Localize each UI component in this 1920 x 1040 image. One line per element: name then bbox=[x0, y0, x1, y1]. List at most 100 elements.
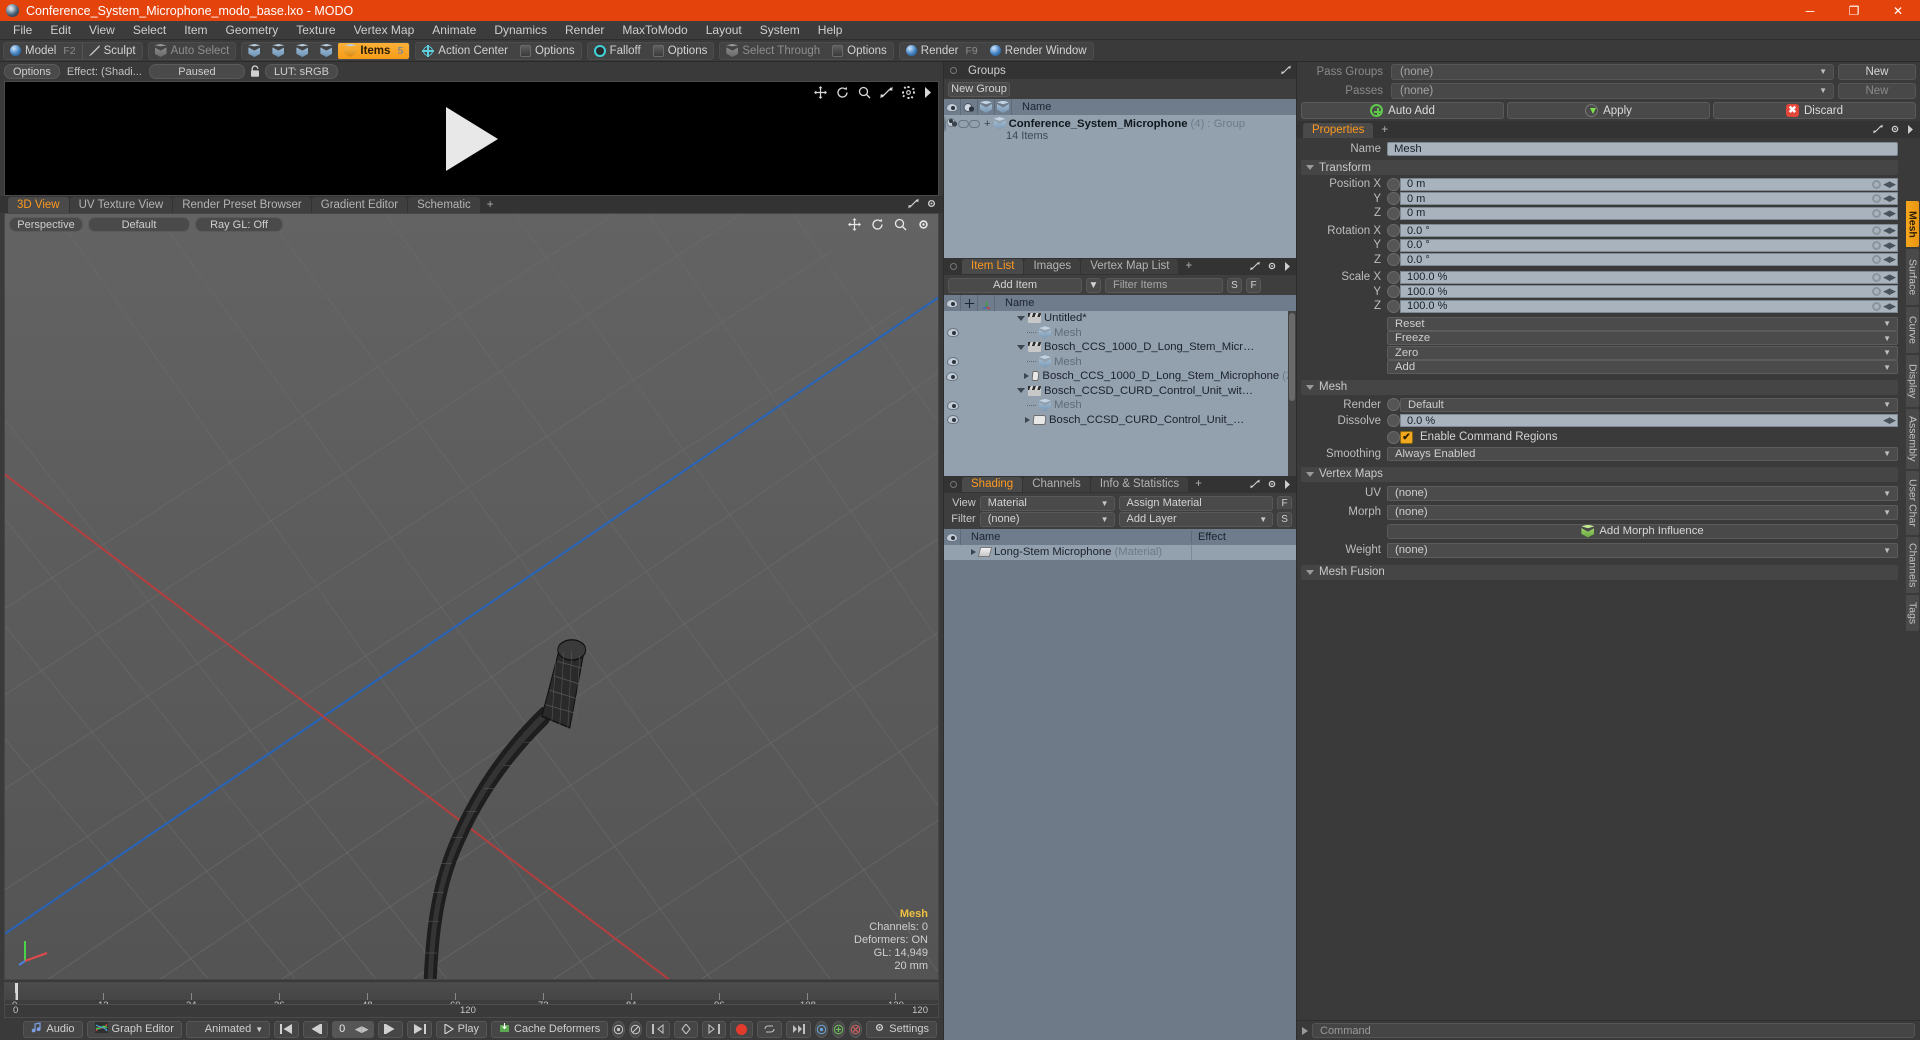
tab-images[interactable]: Images bbox=[1024, 259, 1081, 274]
tab-3d-view[interactable]: 3D View bbox=[8, 197, 69, 213]
filter-s-button[interactable]: S bbox=[1227, 277, 1242, 293]
add-item-button[interactable]: Add Item bbox=[948, 277, 1082, 293]
filter-dropdown[interactable]: (none) ▼ bbox=[979, 511, 1115, 527]
row-eye-toggle[interactable] bbox=[944, 328, 961, 338]
menu-item[interactable]: Item bbox=[175, 21, 216, 40]
command-regions-knob[interactable] bbox=[1387, 430, 1400, 444]
rotation-x-input[interactable]: 0.0 ° ◀▶ bbox=[1400, 224, 1898, 238]
3d-viewport[interactable]: Perspective Default Ray GL: Off Mesh Cha… bbox=[4, 213, 939, 980]
column-cube-b-icon[interactable] bbox=[995, 99, 1012, 115]
animation-mode-dropdown[interactable]: Animated ▼ bbox=[185, 1020, 271, 1038]
row-expander[interactable]: + bbox=[984, 118, 991, 130]
first-frame-button[interactable] bbox=[274, 1020, 300, 1038]
transform-section-header[interactable]: Transform bbox=[1301, 160, 1898, 175]
add-item-dropdown[interactable]: ▼ bbox=[1086, 277, 1101, 293]
lut-button[interactable]: LUT: sRGB bbox=[264, 64, 338, 79]
menu-system[interactable]: System bbox=[751, 21, 809, 40]
row-eye-toggle[interactable] bbox=[944, 415, 961, 425]
zero-dropdown[interactable]: Zero ▼ bbox=[1387, 345, 1898, 360]
scale-z-input[interactable]: 100.0 % ◀▶ bbox=[1400, 299, 1898, 313]
settings-button[interactable]: Settings bbox=[866, 1020, 937, 1038]
row-eye-toggle[interactable] bbox=[944, 371, 961, 381]
edge-mode-button[interactable] bbox=[266, 43, 290, 59]
falloff-button[interactable]: Falloff bbox=[588, 43, 647, 59]
action-center-options-button[interactable]: Options bbox=[514, 43, 581, 59]
mesh-section-header[interactable]: Mesh bbox=[1301, 379, 1898, 395]
audio-button[interactable]: Audio bbox=[23, 1020, 83, 1038]
key-next-button[interactable] bbox=[702, 1020, 727, 1038]
reset-dropdown[interactable]: Reset ▼ bbox=[1387, 316, 1898, 331]
tab-info-statistics[interactable]: Info & Statistics bbox=[1090, 477, 1189, 492]
rotation-y-input[interactable]: 0.0 ° ◀▶ bbox=[1400, 238, 1898, 252]
menu-view[interactable]: View bbox=[80, 21, 124, 40]
column-eye-icon[interactable] bbox=[944, 99, 961, 115]
row-eye-toggle[interactable] bbox=[944, 400, 961, 410]
zoom-icon[interactable] bbox=[858, 86, 871, 102]
tab-schematic[interactable]: Schematic bbox=[408, 197, 480, 213]
tab-render-preset-browser[interactable]: Render Preset Browser bbox=[173, 197, 311, 213]
menu-file[interactable]: File bbox=[4, 21, 41, 40]
record-button[interactable] bbox=[730, 1020, 754, 1038]
uv-dropdown[interactable]: (none) ▼ bbox=[1387, 485, 1898, 501]
list-item[interactable]: Bosch_CCSD_CURD_Control_Unit_with_Record… bbox=[944, 413, 1296, 428]
key-set-button[interactable] bbox=[674, 1020, 699, 1038]
vtab-display[interactable]: Display bbox=[1905, 354, 1920, 408]
prev-frame-button[interactable] bbox=[303, 1020, 329, 1038]
apply-button[interactable]: Apply bbox=[1507, 102, 1710, 119]
vtab-curve[interactable]: Curve bbox=[1905, 306, 1920, 354]
select-through-options-button[interactable]: Options bbox=[826, 43, 893, 59]
menu-texture[interactable]: Texture bbox=[287, 21, 344, 40]
tab-add-properties[interactable]: + bbox=[1375, 123, 1394, 138]
expander-icon[interactable] bbox=[1017, 315, 1025, 321]
tab-properties[interactable]: Properties bbox=[1303, 123, 1374, 138]
render-options-button[interactable]: Options bbox=[4, 64, 60, 79]
menu-dynamics[interactable]: Dynamics bbox=[485, 21, 556, 40]
render-effect-label[interactable]: Effect: (Shadi... bbox=[64, 66, 145, 78]
key-none-button[interactable] bbox=[629, 1020, 643, 1038]
freeze-dropdown[interactable]: Freeze ▼ bbox=[1387, 331, 1898, 346]
loop-button[interactable] bbox=[757, 1020, 783, 1038]
smoothing-dropdown[interactable]: Always Enabled ▼ bbox=[1387, 446, 1898, 461]
arrow-right-icon[interactable] bbox=[1302, 1026, 1308, 1035]
action-center-button[interactable]: Action Center bbox=[416, 43, 514, 59]
menu-select[interactable]: Select bbox=[124, 21, 175, 40]
tab-add-panel[interactable]: + bbox=[1189, 477, 1208, 492]
zoom-icon[interactable] bbox=[894, 218, 907, 234]
items-mode-button[interactable]: Items 5 bbox=[338, 42, 410, 59]
menu-layout[interactable]: Layout bbox=[697, 21, 751, 40]
scale-y-knob[interactable] bbox=[1387, 285, 1400, 299]
panel-menu-icon[interactable] bbox=[950, 481, 957, 488]
list-item[interactable]: Bosch_CCS_1000_D_Long_Stem_Microphone_mo… bbox=[944, 340, 1296, 355]
graph-editor-button[interactable]: Graph Editor bbox=[86, 1020, 182, 1038]
arrow-right-icon[interactable] bbox=[1284, 260, 1291, 274]
render-preview-viewport[interactable] bbox=[4, 81, 939, 196]
item-list-scrollbar[interactable] bbox=[1288, 311, 1296, 476]
add-dropdown[interactable]: Add ▼ bbox=[1387, 360, 1898, 375]
menu-render[interactable]: Render bbox=[556, 21, 613, 40]
minimize-button[interactable]: ─ bbox=[1788, 0, 1832, 21]
assign-material-button[interactable]: Assign Material bbox=[1118, 495, 1274, 511]
scale-y-input[interactable]: 100.0 % ◀▶ bbox=[1400, 285, 1898, 299]
column-name[interactable]: Name bbox=[995, 297, 1296, 309]
passes-dropdown[interactable]: (none) ▼ bbox=[1391, 82, 1834, 99]
vtab-surface[interactable]: Surface bbox=[1905, 248, 1920, 306]
next-frame-button[interactable] bbox=[377, 1020, 403, 1038]
position-y-knob[interactable] bbox=[1387, 192, 1400, 206]
move-icon[interactable] bbox=[848, 218, 861, 234]
gear-icon[interactable] bbox=[917, 218, 930, 234]
tab-item-list[interactable]: Item List bbox=[962, 259, 1024, 274]
list-item[interactable]: Long-Stem Microphone (Material) bbox=[944, 545, 1296, 560]
list-item[interactable]: Mesh bbox=[944, 326, 1296, 341]
model-mode-button[interactable]: Model F2 bbox=[4, 43, 82, 59]
viewport-shading-preset-button[interactable]: Default bbox=[88, 217, 190, 232]
tab-channels[interactable]: Channels bbox=[1023, 477, 1090, 492]
panel-menu-icon[interactable] bbox=[950, 67, 957, 74]
column-cube-a-icon[interactable] bbox=[978, 99, 995, 115]
expand-icon[interactable] bbox=[1281, 64, 1291, 78]
pass-groups-new-button[interactable]: New bbox=[1838, 63, 1916, 80]
auto-select-button[interactable]: Auto Select bbox=[149, 43, 236, 59]
fit-icon[interactable] bbox=[880, 86, 893, 102]
rotate-icon[interactable] bbox=[871, 218, 884, 234]
passes-new-button[interactable]: New bbox=[1838, 82, 1916, 99]
current-frame-input[interactable]: 0 ◀▶ bbox=[332, 1020, 374, 1038]
